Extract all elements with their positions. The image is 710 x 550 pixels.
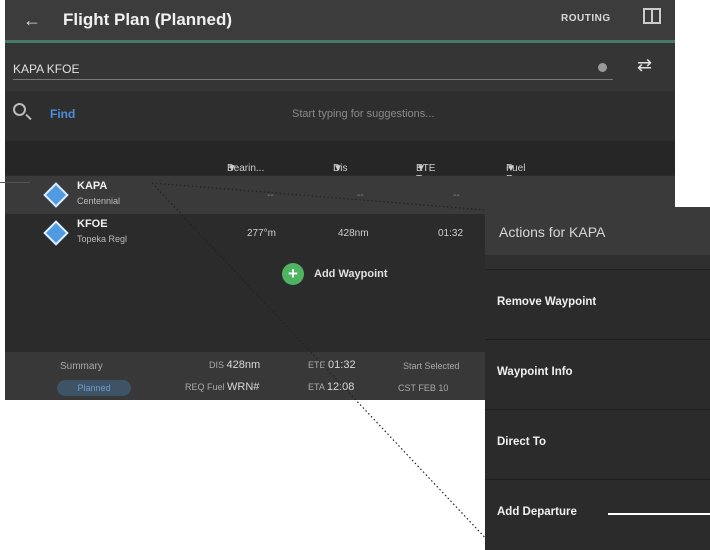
waypoint-distance: --: [357, 190, 364, 201]
actions-title: Actions for KAPA: [499, 224, 606, 240]
sort-caret-icon: ▼: [333, 163, 343, 174]
action-label: Add Departure: [497, 506, 577, 518]
route-bar: ⇄: [5, 43, 675, 91]
waypoint-bearing: 277°m: [247, 228, 277, 239]
action-label: Waypoint Info: [497, 366, 573, 378]
search-icon: [13, 103, 26, 116]
waypoint-name: Topeka Regl: [77, 234, 128, 244]
planned-mode-chip[interactable]: Planned: [57, 380, 131, 396]
summary-date: CST FEB 10: [398, 383, 449, 393]
route-input[interactable]: [13, 59, 613, 80]
waypoint-bearing: --: [267, 190, 274, 201]
waypoint-distance: 428nm: [338, 228, 369, 239]
sort-caret-icon: ▼: [227, 163, 237, 174]
search-placeholder[interactable]: Start typing for suggestions...: [292, 108, 434, 120]
action-label: Remove Waypoint: [497, 296, 597, 308]
summary-fuel: REQ Fuel WRN#: [185, 381, 260, 393]
waypoint-id: KFOE: [77, 218, 108, 230]
airport-waypoint-icon: [43, 182, 69, 208]
map-toggle-icon[interactable]: [643, 8, 661, 24]
sort-caret-icon: ▼: [506, 163, 516, 174]
summary-ete: ETE 01:32: [308, 359, 356, 371]
highlight-pointer-line: [608, 513, 710, 515]
airport-waypoint-icon: [43, 220, 69, 246]
reverse-route-icon[interactable]: ⇄: [637, 55, 652, 76]
title-bar: ← Flight Plan (Planned) ROUTING: [5, 0, 675, 43]
add-icon: +: [282, 263, 304, 285]
find-button[interactable]: Find: [50, 107, 75, 121]
waypoint-info-action[interactable]: Waypoint Info: [485, 339, 710, 410]
column-header-row: Bearin... ▼ Dis ▼ ETE To ▼ Fuel Re... ▼: [5, 141, 675, 185]
back-arrow-icon[interactable]: ←: [23, 10, 43, 30]
add-waypoint-label: Add Waypoint: [314, 268, 388, 280]
waypoint-id: KAPA: [77, 180, 108, 192]
summary-start: Start Selected: [403, 361, 460, 371]
actions-header: Actions for KAPA: [485, 207, 710, 255]
waypoint-actions-panel: Actions for KAPA Remove Waypoint Waypoin…: [485, 207, 710, 550]
summary-label: Summary: [60, 361, 103, 372]
callout-line: [0, 182, 30, 183]
waypoint-ete: 01:32: [438, 228, 464, 239]
search-bar: Find Start typing for suggestions...: [5, 91, 675, 141]
clear-route-icon[interactable]: [598, 63, 607, 72]
waypoint-ete: --: [453, 190, 460, 201]
remove-waypoint-action[interactable]: Remove Waypoint: [485, 269, 710, 340]
action-label: Direct To: [497, 436, 546, 448]
sort-caret-icon: ▼: [416, 163, 426, 174]
waypoint-name: Centennial: [77, 196, 121, 206]
routing-button[interactable]: ROUTING: [561, 13, 611, 24]
page-title: Flight Plan (Planned): [63, 10, 233, 29]
direct-to-action[interactable]: Direct To: [485, 409, 710, 480]
summary-distance: DIS 428nm: [209, 359, 261, 371]
summary-eta: ETA 12:08: [308, 381, 355, 393]
